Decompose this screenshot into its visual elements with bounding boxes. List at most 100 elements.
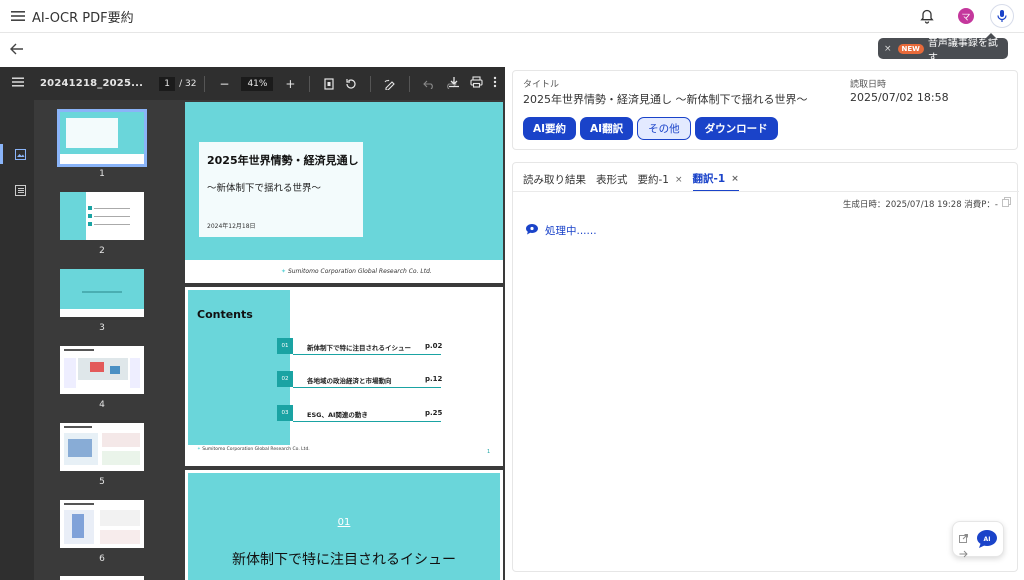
pdf-page-1: 2025年世界情勢・経済見通し ～新体制下で揺れる世界～ 2024年12月18日… (185, 102, 503, 283)
divider (309, 75, 311, 92)
bell-icon[interactable] (916, 5, 938, 27)
tab-ocr-result[interactable]: 読み取り結果 (523, 171, 586, 192)
section-number: 01 (337, 517, 351, 528)
page1-date: 2024年12月18日 (207, 223, 256, 230)
processing-status: 処理中...... (525, 223, 597, 238)
ai-chat-icon (525, 223, 539, 238)
result-tabs: 読み取り結果 表形式 要約-1 × 翻訳-1 × (523, 171, 739, 192)
thumbnail-page-7[interactable] (60, 576, 144, 580)
zoom-out-button[interactable]: − (217, 77, 231, 91)
zoom-level[interactable]: 41% (241, 76, 274, 91)
rotate-icon[interactable] (344, 77, 358, 91)
generation-meta: 生成日時：2025/07/18 19:28 消費P：- (843, 197, 1011, 210)
page1-footer: ✦ Sumitomo Corporation Global Research C… (281, 268, 432, 275)
thumbnail-number: 2 (99, 246, 105, 256)
menu-icon[interactable] (8, 6, 28, 26)
divider (204, 75, 206, 92)
viewer-sidebar (0, 100, 34, 580)
tooltip-text: 音声議事録を試す (927, 37, 998, 64)
more-options-icon[interactable] (493, 76, 497, 91)
close-tab-icon[interactable]: × (731, 174, 739, 184)
mic-icon (997, 10, 1007, 22)
active-indicator (0, 144, 3, 164)
back-arrow-icon[interactable] (8, 40, 26, 58)
thumbnail-page-3[interactable] (60, 269, 144, 317)
document-info-card: タイトル 2025年世界情勢・経済見通し ～新体制下で揺れる世界～ 読取日時 2… (512, 70, 1018, 150)
avatar[interactable]: マ (958, 8, 974, 24)
close-tab-icon[interactable]: × (675, 175, 683, 185)
tab-table[interactable]: 表形式 (596, 171, 628, 192)
section-title: 新体制下で特に注目されるイシュー (232, 552, 456, 568)
date-label: 読取日時 (850, 80, 887, 90)
thumbnail-page-4[interactable] (60, 346, 144, 394)
pdf-page-2: Contents 01 新体制下で特に注目されるイシュー p.02 02 各地域… (185, 287, 503, 466)
thumbnail-page-2[interactable] (60, 192, 144, 240)
ai-summary-button[interactable]: AI要約 (523, 117, 577, 140)
thumbnail-number: 1 (99, 169, 105, 179)
undo-icon[interactable] (422, 77, 436, 91)
read-date: 2025/07/02 18:58 (850, 91, 949, 104)
page2-number: 1 (487, 449, 491, 455)
zoom-in-button[interactable]: + (283, 77, 297, 91)
result-card: 読み取り結果 表形式 要約-1 × 翻訳-1 × 生成日時：2025/07/18 1… (512, 162, 1019, 572)
outline-view-icon[interactable] (14, 184, 26, 196)
other-button[interactable]: その他 (637, 117, 691, 140)
download-button[interactable]: ダウンロード (694, 117, 778, 140)
copy-icon[interactable] (1002, 197, 1011, 210)
contents-item: 新体制下で特に注目されるイシュー (307, 344, 411, 352)
thumbnail-page-5[interactable] (60, 423, 144, 471)
viewer-menu-icon[interactable] (12, 77, 26, 90)
new-badge: NEW (897, 43, 924, 54)
thumbnail-page-6[interactable] (60, 500, 144, 548)
thumbnail-number: 3 (99, 323, 105, 333)
print-icon[interactable] (470, 76, 483, 91)
ai-assistant-icon[interactable]: AI (976, 529, 998, 553)
thumbnail-view-icon[interactable] (14, 148, 26, 160)
tab-summary-1[interactable]: 要約-1 × (638, 171, 683, 192)
contents-page: p.02 (425, 342, 443, 350)
close-icon[interactable]: × (884, 44, 892, 54)
svg-text:AI: AI (984, 536, 991, 543)
contents-page: p.25 (425, 409, 443, 417)
mic-button[interactable] (990, 4, 1014, 28)
page-total: / 32 (179, 78, 197, 89)
thumbnail-page-1[interactable] (57, 109, 147, 167)
divider (293, 421, 441, 422)
page-number-input[interactable]: 1 (159, 76, 176, 91)
thumbnail-list: 1 2 3 4 5 6 (34, 100, 182, 580)
contents-number: 02 (277, 371, 293, 387)
pdf-page-3: 01 新体制下で特に注目されるイシュー (185, 470, 503, 580)
pdf-toolbar: 20241218_2025... 1 / 32 − 41% + (0, 67, 505, 100)
divider (293, 354, 441, 355)
contents-item: 各地域の政治経済と市場動向 (307, 377, 392, 385)
title-label: タイトル (523, 80, 560, 90)
app-title: AI-OCR PDF要約 (32, 10, 134, 26)
contents-item: ESG、AI関連の動き (307, 411, 368, 419)
tab-translation-1[interactable]: 翻訳-1 × (692, 171, 739, 192)
contents-heading: Contents (197, 308, 253, 321)
contents-number: 03 (277, 405, 293, 421)
divider (370, 75, 372, 92)
thumbnail-number: 5 (99, 477, 105, 487)
thumbnail-number: 4 (99, 400, 105, 410)
ai-translate-button[interactable]: AI翻訳 (580, 117, 634, 140)
fit-page-icon[interactable] (322, 77, 336, 91)
floating-ai-widget[interactable]: AI (952, 521, 1004, 558)
voice-minutes-tooltip[interactable]: × NEW 音声議事録を試す (878, 33, 1008, 64)
thumbnail-number: 6 (99, 554, 105, 564)
page1-subtitle: ～新体制下で揺れる世界～ (207, 183, 322, 194)
contents-page: p.12 (425, 375, 443, 383)
document-title: 2025年世界情勢・経済見通し ～新体制下で揺れる世界～ (523, 93, 808, 106)
arrow-right-icon[interactable] (959, 543, 968, 562)
annotate-icon[interactable] (383, 77, 397, 91)
download-icon[interactable] (448, 76, 460, 91)
page1-title: 2025年世界情勢・経済見通し (207, 154, 359, 167)
contents-number: 01 (277, 338, 293, 354)
pdf-pages[interactable]: 2025年世界情勢・経済見通し ～新体制下で揺れる世界～ 2024年12月18日… (182, 100, 505, 580)
pdf-viewer: 20241218_2025... 1 / 32 − 41% + 1 2 3 4 … (0, 67, 505, 580)
tab-divider (513, 191, 1019, 192)
app-bar: AI-OCR PDF要約 マ (0, 0, 1024, 33)
pdf-filename: 20241218_2025... (40, 78, 144, 89)
divider (409, 75, 411, 92)
page2-footer: ✦ Sumitomo Corporation Global Research C… (197, 447, 310, 452)
